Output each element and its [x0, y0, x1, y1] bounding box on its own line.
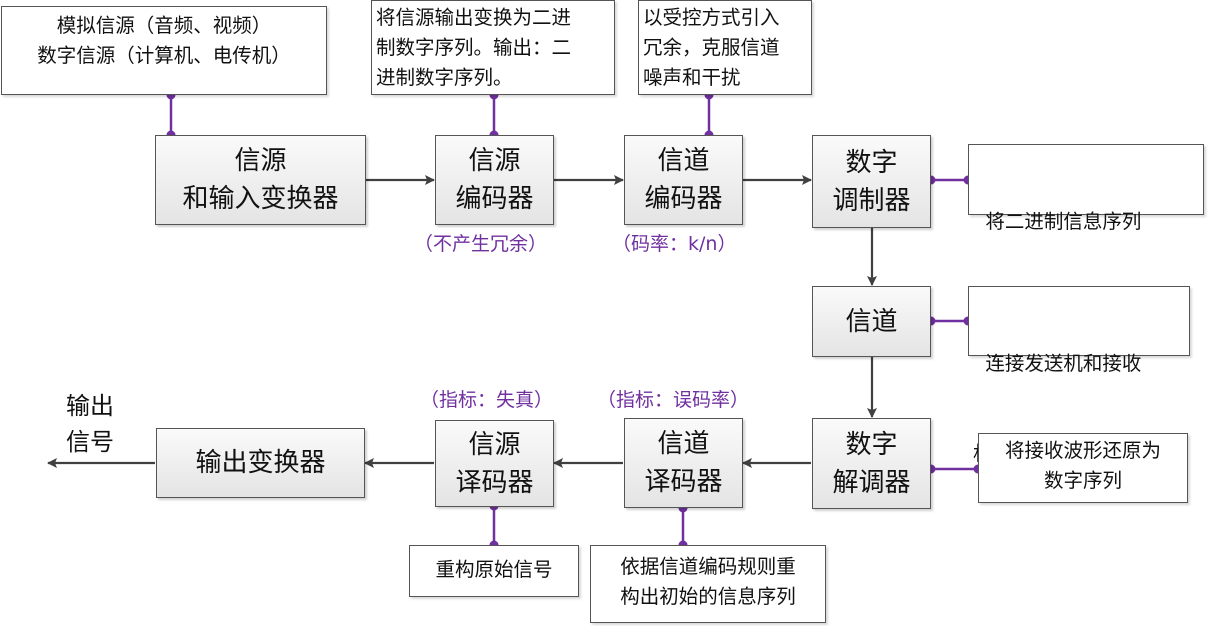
connector-channel-decoder-note	[678, 503, 688, 550]
note-line: 依据信道编码规则重	[620, 555, 796, 578]
caption-channel-decoder: （指标：误码率）	[597, 389, 750, 411]
block-output-converter[interactable]: 输出变换器	[156, 428, 365, 498]
connector-modulator-note	[926, 175, 973, 185]
note-source-decoder: 重构原始信号	[409, 545, 579, 597]
note-line: 模拟信源（音频、视频）	[56, 14, 272, 37]
note-modulator: 将二进制信息序列 映射为信号波形	[968, 144, 1204, 323]
connector-channel-encoder-note	[704, 90, 714, 140]
note-line: 数字信源（计算机、电传机）	[37, 44, 291, 67]
note-line: 数字序列	[1043, 469, 1122, 492]
block-channel-decoder[interactable]: 信道 译码器	[624, 418, 743, 508]
block-label: 和输入变换器	[182, 184, 339, 214]
note-line: 进制数字序列。	[376, 66, 513, 89]
note-line: 将二进制信息序列	[973, 210, 1142, 233]
note-source-encoder: 将信源输出变换为二进 制数字序列。输出：二 进制数字序列。	[371, 0, 615, 95]
caption-source-encoder: （不产生冗余）	[414, 233, 548, 255]
note-line: 以受控方式引入	[643, 6, 780, 29]
block-label: 信道	[657, 429, 710, 459]
note-source: 模拟信源（音频、视频） 数字信源（计算机、电传机）	[1, 6, 327, 95]
connector-channel-note	[926, 316, 973, 326]
connector-source-decoder-note	[489, 501, 499, 550]
note-line: 将接收波形还原为	[1004, 439, 1161, 462]
output-label-line: 输出	[66, 392, 114, 420]
block-label: 译码器	[644, 467, 723, 497]
block-source-decoder[interactable]: 信源 译码器	[435, 420, 554, 507]
block-channel[interactable]: 信道	[812, 286, 931, 357]
block-digital-modulator[interactable]: 数字 调制器	[812, 135, 931, 228]
block-source-input-converter[interactable]: 信源 和输入变换器	[155, 135, 366, 225]
block-digital-demodulator[interactable]: 数字 解调器	[812, 418, 931, 509]
connector-source-encoder-note	[489, 90, 499, 140]
block-label: 调制器	[832, 185, 911, 216]
block-label: 信道	[657, 146, 710, 176]
block-label: 信源	[468, 146, 521, 176]
output-signal-label: 输出 信号	[66, 388, 114, 460]
caption-source-decoder: （指标：失真）	[420, 389, 554, 411]
block-label: 信源	[468, 429, 521, 460]
connector-source-note	[166, 90, 176, 140]
block-label: 输出变换器	[195, 448, 326, 478]
note-channel-decoder: 依据信道编码规则重 构出初始的信息序列	[590, 545, 826, 623]
note-line: 冗余，克服信道	[643, 36, 780, 59]
note-channel: 连接发送机和接收 机的物理媒质	[968, 286, 1190, 465]
block-label: 解调器	[832, 467, 911, 498]
block-label: 译码器	[455, 467, 534, 498]
caption-channel-encoder: （码率：k/n）	[612, 233, 737, 255]
note-channel-encoder: 以受控方式引入 冗余，克服信道 噪声和干扰	[638, 0, 812, 95]
note-line: 噪声和干扰	[643, 66, 741, 89]
block-label: 信源	[234, 146, 287, 176]
block-label: 信道	[845, 306, 898, 337]
note-line: 重构原始信号	[435, 558, 553, 581]
block-label: 数字	[845, 147, 898, 178]
note-line: 制数字序列。输出：二	[376, 36, 572, 59]
block-channel-encoder[interactable]: 信道 编码器	[624, 135, 743, 225]
block-label: 数字	[845, 429, 898, 460]
output-label-line: 信号	[66, 428, 114, 456]
note-line: 连接发送机和接收	[973, 352, 1142, 375]
note-demodulator: 将接收波形还原为 数字序列	[978, 433, 1188, 503]
note-line: 构出初始的信息序列	[620, 585, 796, 608]
note-line: 将信源输出变换为二进	[376, 6, 572, 29]
block-label: 编码器	[644, 184, 723, 214]
block-source-encoder[interactable]: 信源 编码器	[435, 135, 554, 225]
block-label: 编码器	[455, 184, 534, 214]
